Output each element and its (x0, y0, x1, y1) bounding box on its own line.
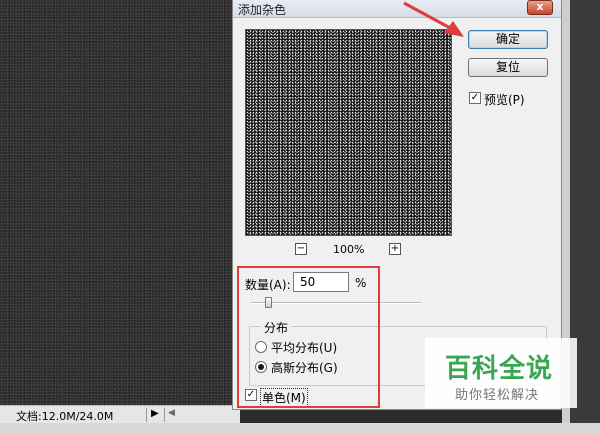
status-separator (164, 408, 165, 422)
watermark-logo: 百科全说 助你轻松解决 (425, 338, 577, 408)
close-button[interactable]: x (527, 0, 553, 15)
horizontal-scrollbar[interactable] (0, 423, 600, 434)
highlight-frame (237, 266, 380, 408)
preview-checkbox[interactable]: ✓ (469, 92, 481, 104)
annotation-arrow-icon (403, 1, 464, 37)
watermark-subtitle: 助你轻松解决 (455, 388, 540, 403)
status-separator (146, 408, 147, 422)
zoom-level: 100% (333, 243, 365, 256)
scroll-left-icon[interactable]: ◀ (168, 408, 175, 418)
dialog-titlebar[interactable]: 添加杂色 x (233, 0, 561, 18)
zoom-controls: − 100% + (295, 243, 405, 257)
ok-button[interactable]: 确定 (468, 30, 548, 49)
document-size-text: 文档:12.0M/24.0M (16, 410, 114, 423)
noise-preview-image[interactable] (245, 29, 452, 236)
document-canvas (0, 0, 232, 405)
status-bar: 文档:12.0M/24.0M ▶ ◀ (0, 405, 240, 423)
status-menu-arrow-icon[interactable]: ▶ (151, 408, 159, 419)
dialog-title: 添加杂色 (238, 3, 287, 17)
reset-button[interactable]: 复位 (468, 58, 548, 77)
preview-label[interactable]: 预览(P) (484, 91, 525, 108)
watermark-title: 百科全说 (445, 354, 554, 384)
zoom-out-button[interactable]: − (295, 243, 307, 255)
zoom-in-button[interactable]: + (389, 243, 401, 255)
